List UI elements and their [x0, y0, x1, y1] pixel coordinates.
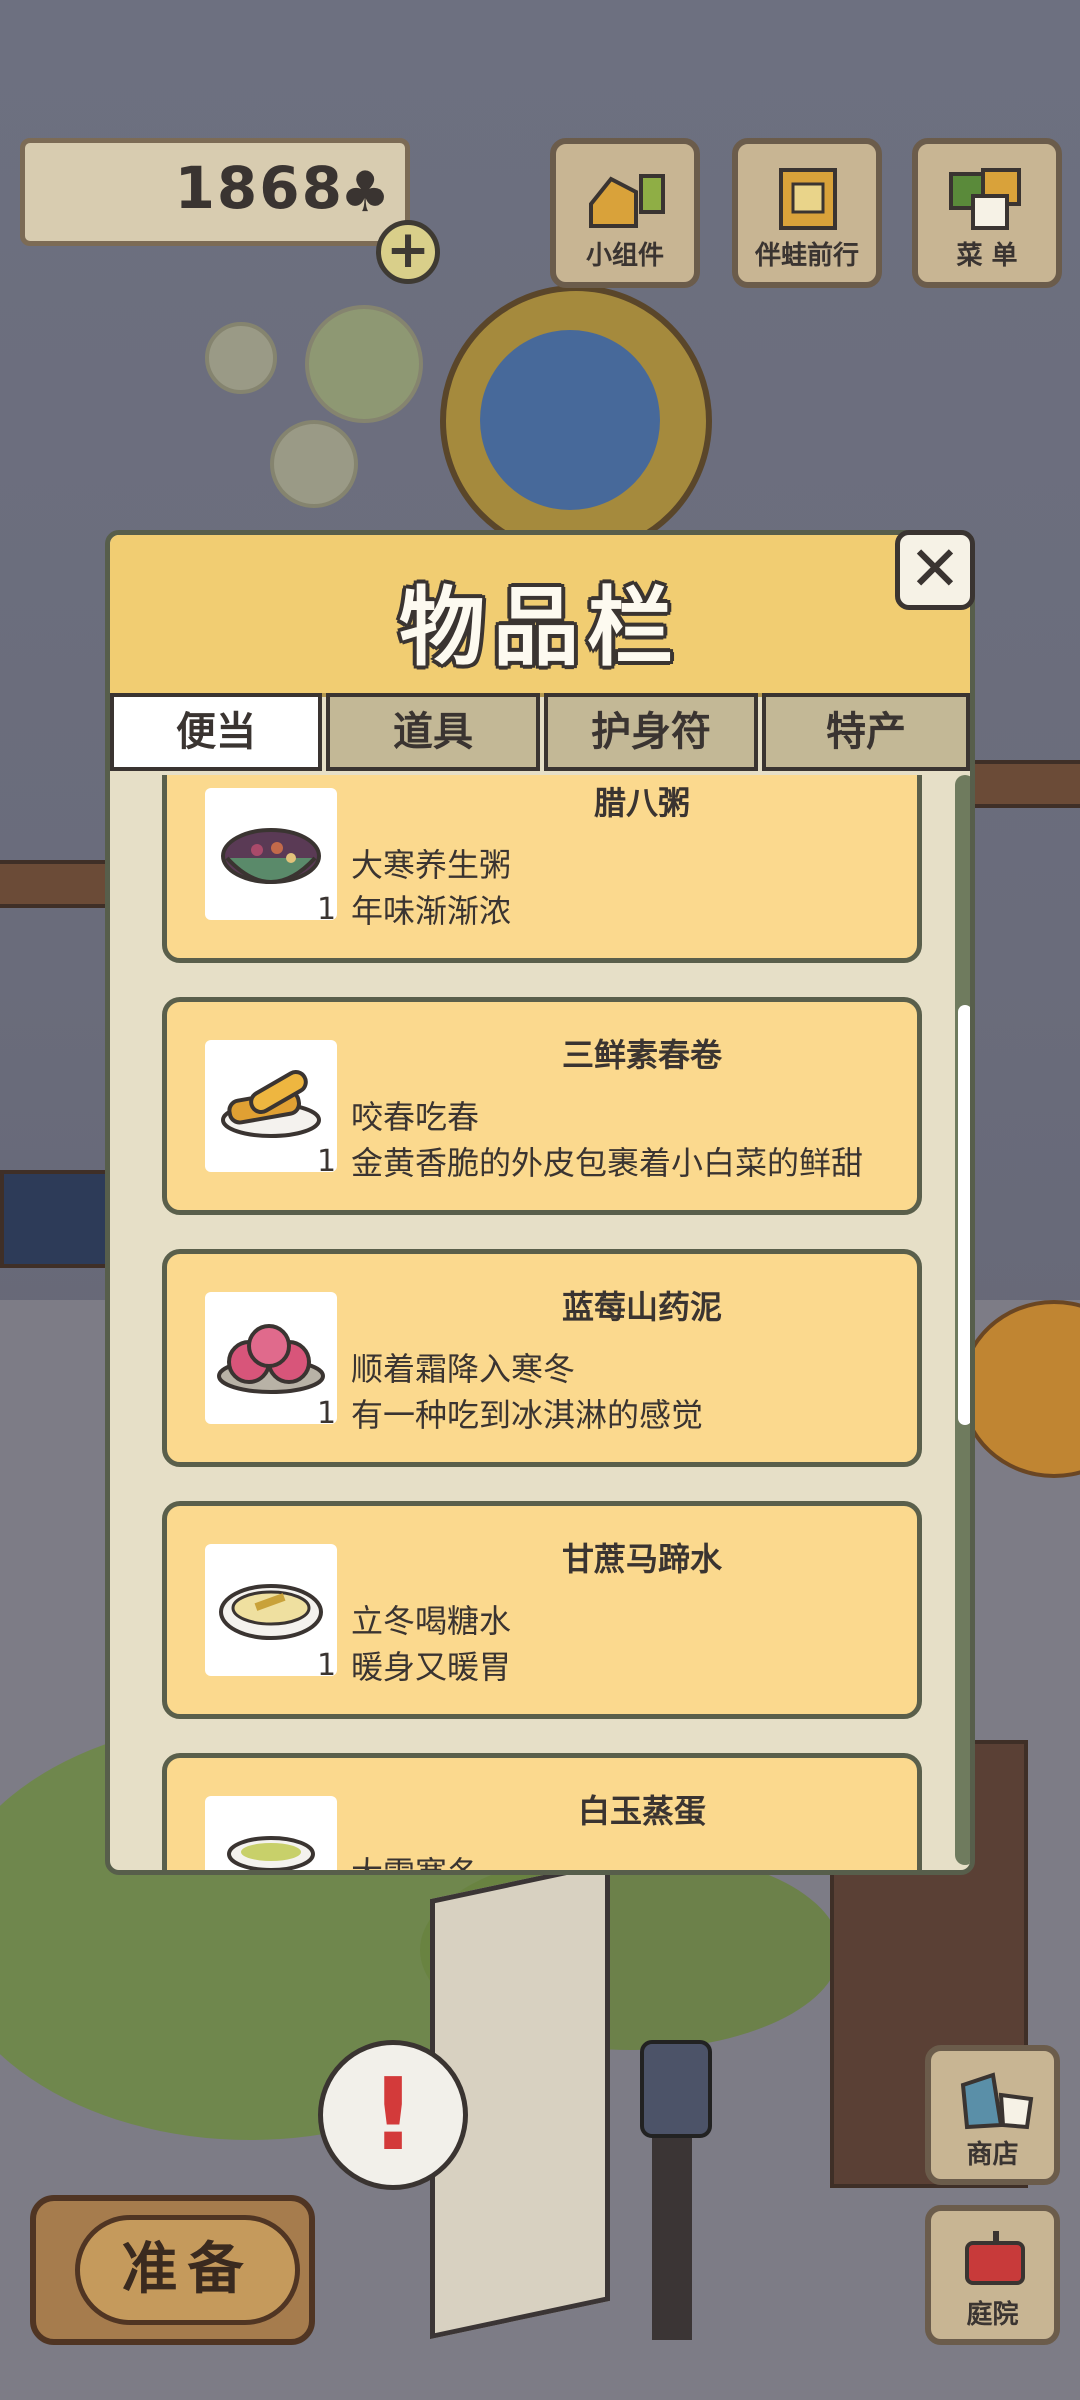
inventory-tabs: 便当 道具 护身符 特产: [110, 693, 970, 773]
wooden-shelf: [0, 860, 118, 908]
list-item[interactable]: 1 甘蔗马蹄水 立冬喝糖水 暖身又暖胃: [162, 1501, 922, 1719]
menu-icon: [949, 168, 1021, 230]
inventory-item-list[interactable]: 1 腊八粥 大寒养生粥 年味渐渐浓 1 三鲜素春卷 咬春吃春 金黄香脆的外皮包裹…: [162, 775, 932, 1870]
item-name: 腊八粥: [593, 784, 690, 822]
inventory-title: 物品栏: [399, 578, 681, 678]
item-description-2: 年味渐渐浓: [351, 892, 512, 930]
item-description-1: 大雪寒冬: [351, 1848, 479, 1870]
journey-button-label: 伴蛙前行: [754, 241, 859, 271]
wall-bubble: [205, 322, 277, 394]
item-name: 甘蔗马蹄水: [561, 1540, 722, 1578]
list-item[interactable]: 白玉蒸蛋 大雪寒冬: [162, 1753, 922, 1870]
list-item[interactable]: 1 三鲜素春卷 咬春吃春 金黄香脆的外皮包裹着小白菜的鲜甜: [162, 997, 922, 1215]
shop-bag-icon: [960, 2072, 1034, 2130]
list-item[interactable]: 1 蓝莓山药泥 顺着霜降入寒冬 有一种吃到冰淇淋的感觉: [162, 1249, 922, 1467]
wall-bubble: [305, 305, 423, 423]
tab-bento[interactable]: 便当: [110, 693, 322, 771]
prepare-button[interactable]: 准备: [75, 2215, 300, 2325]
alert-bubble[interactable]: !: [318, 2040, 468, 2190]
yard-button-label: 庭院: [966, 2300, 1019, 2330]
clover-count: 1868: [174, 154, 344, 222]
item-description-2: 有一种吃到冰淇淋的感觉: [351, 1396, 704, 1434]
item-description-1: 顺着霜降入寒冬: [351, 1350, 576, 1388]
lamp-head: [640, 2040, 712, 2138]
item-name: 三鲜素春卷: [561, 1036, 722, 1074]
list-item[interactable]: 1 腊八粥 大寒养生粥 年味渐渐浓: [162, 775, 922, 963]
close-button[interactable]: ✕: [895, 530, 975, 610]
journal-icon: [779, 168, 837, 230]
item-description-1: 立冬喝糖水: [351, 1602, 512, 1640]
tab-specialties[interactable]: 特产: [762, 693, 970, 771]
mailbox-icon: [965, 2231, 1025, 2285]
yard-button[interactable]: 庭院: [925, 2205, 1060, 2345]
inventory-header: 物品栏: [110, 535, 970, 697]
menu-button[interactable]: 菜 单: [912, 138, 1062, 288]
item-count: 1: [317, 1396, 337, 1431]
widget-button[interactable]: 小组件: [550, 138, 700, 288]
item-description-2: 金黄香脆的外皮包裹着小白菜的鲜甜: [351, 1144, 864, 1182]
tab-charms[interactable]: 护身符: [544, 693, 758, 771]
item-count: 1: [317, 1144, 337, 1179]
shop-button[interactable]: 商店: [925, 2045, 1060, 2185]
item-description-2: 暖身又暖胃: [351, 1648, 512, 1686]
item-count: 1: [317, 892, 337, 927]
item-description-1: 大寒养生粥: [351, 846, 512, 884]
item-description-1: 咬春吃春: [351, 1098, 480, 1136]
journey-button[interactable]: 伴蛙前行: [732, 138, 882, 288]
blue-cabinet: [0, 1170, 118, 1268]
wall-bubble: [270, 420, 358, 508]
tab-tools[interactable]: 道具: [326, 693, 540, 771]
item-name: 白玉蒸蛋: [577, 1792, 706, 1830]
item-name: 蓝莓山药泥: [561, 1288, 722, 1326]
scrollbar-thumb[interactable]: [958, 1005, 970, 1425]
shop-button-label: 商店: [966, 2140, 1019, 2170]
clover-icon: ♣: [340, 160, 391, 225]
widget-icon: [589, 174, 665, 228]
steamed-egg-icon: [205, 1796, 337, 1870]
item-count: 1: [317, 1648, 337, 1683]
wooden-shelf: [960, 760, 1080, 808]
inventory-panel: 物品栏 便当 道具 护身符 特产 1 腊八粥 大寒养生粥 年味渐渐浓 1 三鲜素…: [105, 530, 975, 1875]
add-clover-button[interactable]: +: [376, 220, 440, 284]
round-window-glass: [480, 330, 660, 510]
menu-button-label: 菜 单: [956, 241, 1018, 271]
widget-button-label: 小组件: [585, 241, 664, 271]
